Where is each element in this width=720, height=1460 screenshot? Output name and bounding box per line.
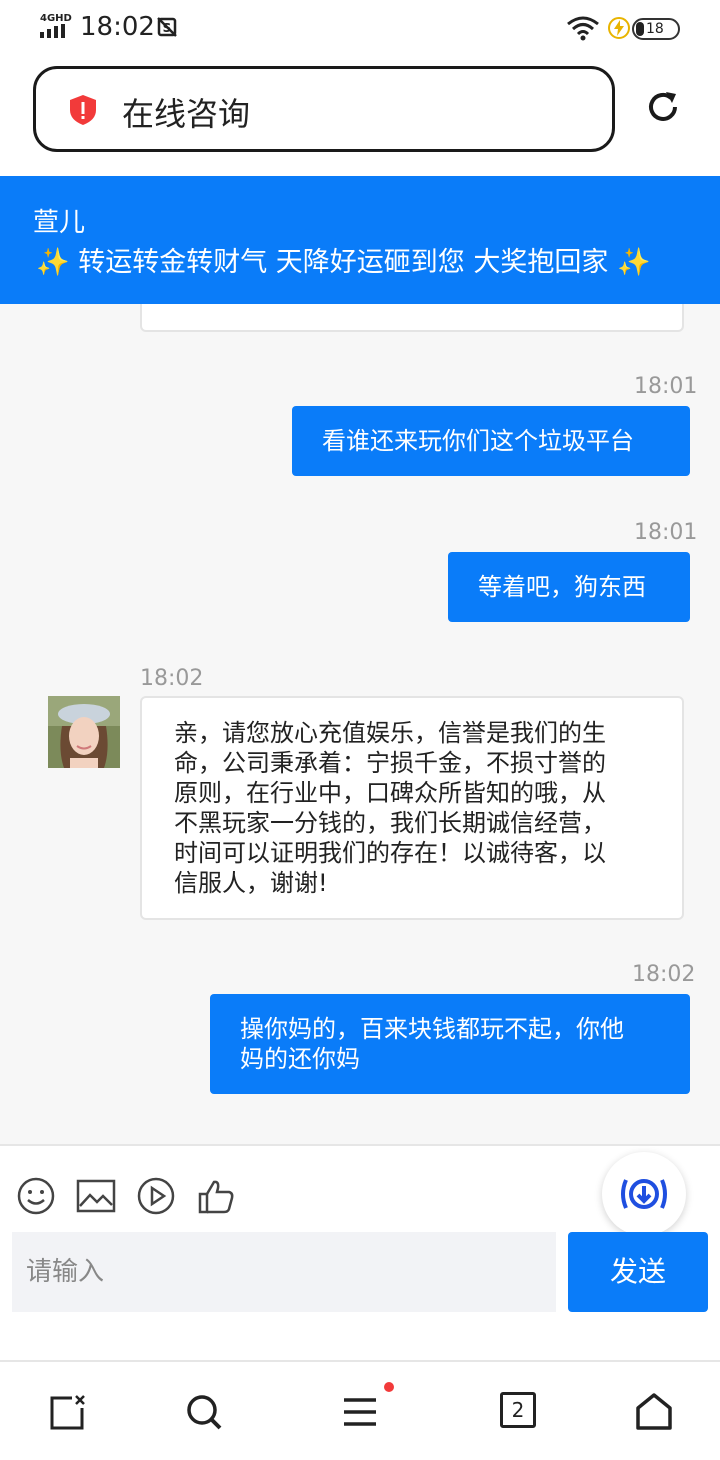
send-button[interactable]: 发送 [568, 1232, 708, 1312]
message-bubble-outgoing[interactable]: 操你妈的，百来块钱都玩不起，你他 妈的还你妈 [210, 994, 690, 1094]
close-page-icon[interactable] [48, 1392, 88, 1432]
message-text: 等着吧，狗东西 [478, 573, 646, 601]
agent-name: 萱儿 [33, 208, 86, 238]
status-time: 18:02 [80, 12, 155, 42]
banner-message: ✨ 转运转金转财气 天降好运砸到您 大奖抱回家 ✨ [36, 247, 651, 278]
charging-icon [608, 17, 630, 39]
signal-icon [40, 24, 65, 38]
menu-badge [384, 1382, 394, 1392]
message-text-line: 时间可以证明我们的存在！以诚待客，以 [174, 839, 606, 867]
search-icon[interactable] [184, 1392, 224, 1432]
message-bubble-outgoing[interactable]: 看谁还来玩你们这个垃圾平台 [292, 406, 690, 476]
agent-avatar[interactable] [48, 696, 120, 768]
message-bubble-partial [140, 304, 684, 332]
wifi-icon [567, 16, 599, 41]
message-text-line: 亲，请您放心充值娱乐，信誉是我们的生 [174, 719, 606, 747]
download-icon [621, 1179, 667, 1209]
message-time: 18:02 [140, 666, 204, 691]
message-text-line: 命，公司秉承着：宁损千金，不损寸誉的 [174, 749, 606, 777]
tabs-count: 2 [500, 1392, 536, 1428]
message-text-line: 信服人，谢谢! [174, 869, 328, 897]
menu-icon[interactable] [340, 1392, 380, 1432]
message-input[interactable] [12, 1232, 556, 1312]
tabs-button[interactable]: 2 [500, 1392, 540, 1432]
shield-icon [70, 95, 96, 125]
refresh-icon[interactable] [644, 88, 682, 126]
chat-header-banner: 萱儿 ✨ 转运转金转财气 天降好运砸到您 大奖抱回家 ✨ [0, 176, 720, 304]
image-icon[interactable] [76, 1176, 116, 1216]
battery-indicator: 18 [632, 18, 680, 40]
message-bubble-incoming[interactable]: 亲，请您放心充值娱乐，信誉是我们的生 命，公司秉承着：宁损千金，不损寸誉的 原则… [140, 696, 684, 920]
browser-bottom-nav: 2 [0, 1360, 720, 1460]
message-text-line: 操你妈的，百来块钱都玩不起，你他 [240, 1015, 624, 1043]
emoji-icon[interactable] [16, 1176, 56, 1216]
chat-messages[interactable]: 18:01 看谁还来玩你们这个垃圾平台 18:01 等着吧，狗东西 18:02 … [0, 304, 720, 1144]
message-time: 18:01 [634, 374, 698, 399]
page-title: 在线咨询 [122, 95, 251, 133]
message-text-line: 不黑玩家一分钱的，我们长期诚信经营， [174, 809, 606, 837]
home-icon[interactable] [634, 1392, 674, 1432]
video-icon[interactable] [136, 1176, 176, 1216]
download-float-button[interactable] [602, 1152, 686, 1236]
message-text: 看谁还来玩你们这个垃圾平台 [322, 427, 634, 455]
address-bar[interactable]: 在线咨询 [33, 66, 615, 152]
thumbs-up-icon[interactable] [196, 1176, 236, 1216]
browser-toolbar: 在线咨询 [0, 58, 720, 176]
compose-area: 发送 [0, 1144, 720, 1360]
message-time: 18:01 [634, 520, 698, 545]
message-time: 18:02 [632, 962, 696, 987]
status-bar: 4GHD 18:02 S 18 [0, 0, 720, 58]
message-bubble-outgoing[interactable]: 等着吧，狗东西 [448, 552, 690, 622]
notification-muted-icon: S [157, 17, 177, 37]
message-text-line: 原则，在行业中，口碑众所皆知的哦，从 [174, 779, 606, 807]
network-type: 4GHD [40, 13, 72, 24]
message-text-line: 妈的还你妈 [240, 1045, 360, 1073]
